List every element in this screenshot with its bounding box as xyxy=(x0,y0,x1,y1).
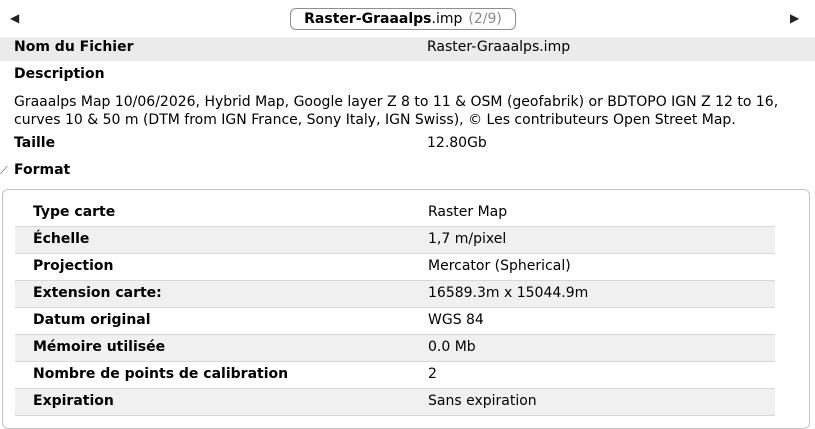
format-row-calibration: Nombre de points de calibration 2 xyxy=(15,362,775,389)
format-row-type: Type carte Raster Map xyxy=(15,200,775,227)
format-row-label: Extension carte: xyxy=(33,285,162,301)
format-row-value: Mercator (Spherical) xyxy=(428,258,571,274)
format-row-datum: Datum original WGS 84 xyxy=(15,308,775,335)
filename-value: Raster-Graaalps.imp xyxy=(427,39,571,55)
description-label: Description xyxy=(14,66,105,82)
format-row-label: Nombre de points de calibration xyxy=(33,366,289,382)
format-row-value: Raster Map xyxy=(428,204,508,220)
format-row-value: 2 xyxy=(428,366,437,382)
file-title-base: Raster-Graaalps xyxy=(304,11,432,27)
size-row: Taille 12.80Gb xyxy=(0,133,815,155)
file-title-extension: .imp xyxy=(431,11,463,27)
format-row-label: Expiration xyxy=(33,393,114,409)
format-row-memory: Mémoire utilisée 0.0 Mb xyxy=(15,335,775,362)
navigation-bar: ◀ Raster-Graaalps.imp (2/9) ▶ xyxy=(0,0,815,36)
file-counter: (2/9) xyxy=(468,11,502,27)
file-title-pill: Raster-Graaalps.imp (2/9) xyxy=(290,8,516,30)
format-row-value: Sans expiration xyxy=(428,393,537,409)
format-row-value: 0.0 Mb xyxy=(428,339,476,355)
previous-arrow-icon[interactable]: ◀ xyxy=(10,11,19,25)
description-text: Graaalps Map 10/06/2026, Hybrid Map, Goo… xyxy=(14,94,779,128)
format-row-value: WGS 84 xyxy=(428,312,484,328)
format-row-value: 1,7 m/pixel xyxy=(428,231,507,247)
format-row-projection: Projection Mercator (Spherical) xyxy=(15,254,775,281)
format-row-scale: Échelle 1,7 m/pixel xyxy=(15,227,775,254)
format-row-label: Mémoire utilisée xyxy=(33,339,166,355)
next-arrow-icon[interactable]: ▶ xyxy=(790,11,799,25)
format-label: Format xyxy=(14,162,71,178)
size-label: Taille xyxy=(14,135,56,151)
size-value: 12.80Gb xyxy=(427,135,487,151)
filename-row: Nom du Fichier Raster-Graaalps.imp xyxy=(0,37,815,61)
format-header-row[interactable]: Format xyxy=(0,159,815,183)
filename-label: Nom du Fichier xyxy=(14,39,134,55)
format-row-extent: Extension carte: 16589.3m x 15044.9m xyxy=(15,281,775,308)
format-row-label: Type carte xyxy=(33,204,116,220)
format-panel: Type carte Raster Map Échelle 1,7 m/pixe… xyxy=(2,189,810,429)
format-row-label: Échelle xyxy=(33,231,90,247)
format-row-value: 16589.3m x 15044.9m xyxy=(428,285,589,301)
format-row-expiration: Expiration Sans expiration xyxy=(15,389,775,416)
description-header-row: Description xyxy=(0,64,815,88)
format-row-label: Projection xyxy=(33,258,114,274)
format-row-label: Datum original xyxy=(33,312,151,328)
